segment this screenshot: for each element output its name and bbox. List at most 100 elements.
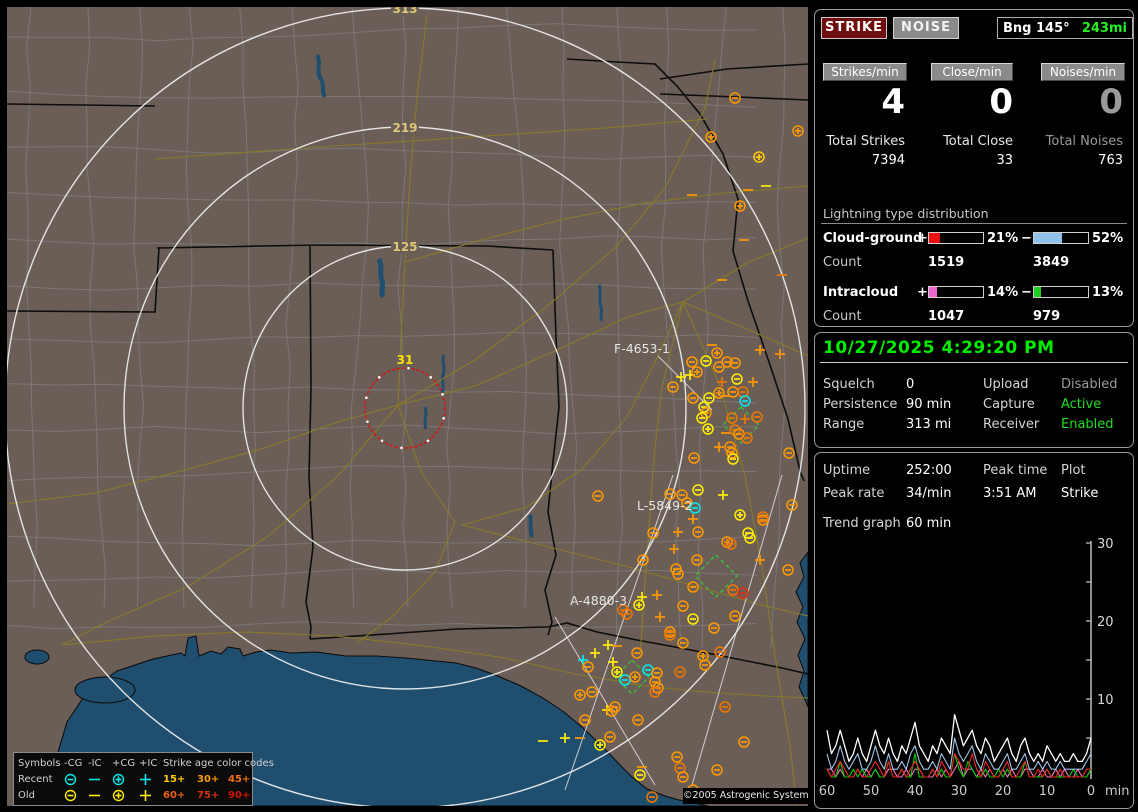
total-noises-value: 763 <box>1098 153 1123 168</box>
trend-series--cg <box>826 753 1091 778</box>
legend-symbol-pos-ic-recent <box>139 773 163 786</box>
lightning-map[interactable]: 313 219 125 31 F-4653-1 L-5849-2 A-4880-3 Symb… <box>7 7 808 806</box>
legend-header-symbols: Symbols <box>18 757 61 769</box>
count-label: Count <box>823 255 862 270</box>
legend-row-label: Recent <box>18 773 53 785</box>
peak-time-value: 3:51 AM <box>983 486 1037 501</box>
noises-per-min-value: 0 <box>1099 82 1123 122</box>
range-ring-label: 313 <box>392 7 417 16</box>
map-canvas: 313 219 125 31 F-4653-1 L-5849-2 A-4880-3 <box>7 7 808 806</box>
map-legend: Symbols -CG -IC +CG +IC Strike age color… <box>13 752 274 806</box>
x-axis-unit-label: min <box>1105 784 1130 799</box>
legend-header-pcg: +CG <box>112 757 136 769</box>
strikes-per-min-header[interactable]: Strikes/min <box>823 63 907 81</box>
x-axis-tick-label: 50 <box>863 784 880 799</box>
upload-state: Disabled <box>1061 377 1118 392</box>
trend-panel: Uptime 252:00 Peak time Plot Peak rate 3… <box>814 452 1134 809</box>
capture-label: Capture <box>983 397 1035 412</box>
squelch-value: 0 <box>906 377 915 392</box>
y-axis-tick-label: 30 <box>1097 537 1114 552</box>
peak-rate-value: 34/min <box>906 486 952 501</box>
legend-age-60: 60+ <box>163 789 186 801</box>
range-label: Range <box>823 417 865 432</box>
legend-symbol-neg-ic-old <box>88 789 112 802</box>
cloud-ground-label: Cloud-ground <box>823 231 923 246</box>
total-close-value: 33 <box>996 153 1013 168</box>
cloud-ground-count-row: Count 1519 3849 <box>815 255 1133 270</box>
persistence-label: Persistence <box>823 397 898 412</box>
divider <box>820 362 1128 363</box>
trend-graph-value[interactable]: 60 min <box>906 516 951 531</box>
pos-cg-bar <box>928 232 984 244</box>
neg-ic-percent: 13% <box>1092 285 1124 300</box>
peak-time-label: Peak time <box>983 463 1048 478</box>
legend-age-75: 75+ <box>197 789 220 801</box>
legend-header-pic: +IC <box>139 757 158 769</box>
bearing-label: Bng 145° <box>1003 20 1070 36</box>
strikes-per-min-value: 4 <box>881 82 905 122</box>
neg-cg-count: 3849 <box>1033 255 1070 270</box>
receiver-state: Enabled <box>1061 417 1114 432</box>
strike-toggle-button[interactable]: STRIKE <box>821 17 887 39</box>
settings-panel: 10/27/2025 4:29:20 PM Squelch 0 Upload D… <box>814 332 1134 448</box>
legend-age-30: 30+ <box>197 773 220 785</box>
x-axis-tick-label: 40 <box>907 784 924 799</box>
legend-symbol-neg-cg-old <box>64 789 88 802</box>
storm-cell-label[interactable]: A-4880-3 <box>570 593 627 608</box>
receiver-label: Receiver <box>983 417 1040 432</box>
legend-symbol-pos-cg-old <box>112 789 139 802</box>
legend-row-label: Old <box>18 789 35 801</box>
storm-cell-label[interactable]: L-5849-2 <box>637 498 693 513</box>
y-axis-tick-label: 20 <box>1097 615 1114 630</box>
neg-cg-bar <box>1033 232 1089 244</box>
range-value: 313 mi <box>906 417 952 432</box>
y-axis-tick-label: 10 <box>1097 693 1114 708</box>
pos-cg-count: 1519 <box>928 255 965 270</box>
legend-header-ncg: -CG <box>64 757 83 769</box>
x-axis-tick-label: 0 <box>1087 784 1095 799</box>
close-per-min-header[interactable]: Close/min <box>931 63 1013 81</box>
intracloud-count-row: Count 1047 979 <box>815 309 1133 324</box>
datetime-display: 10/27/2025 4:29:20 PM <box>823 338 1055 358</box>
legend-symbol-neg-ic-recent <box>88 773 112 786</box>
range-ring-label: 31 <box>397 353 414 367</box>
total-noises-label: Total Noises <box>1045 134 1123 149</box>
plot-value: Strike <box>1061 486 1099 501</box>
x-axis-tick-label: 60 <box>819 784 836 799</box>
copyright-label: ©2005 Astrogenic Systems <box>683 788 808 804</box>
uptime-label: Uptime <box>823 463 871 478</box>
capture-state: Active <box>1061 397 1102 412</box>
legend-symbol-neg-cg-recent <box>64 773 88 786</box>
squelch-label: Squelch <box>823 377 875 392</box>
neg-ic-bar <box>1033 286 1089 298</box>
plus-sign: + <box>917 231 928 246</box>
minus-sign: − <box>1021 285 1032 300</box>
total-strikes-value: 7394 <box>871 153 905 168</box>
pos-ic-bar <box>928 286 984 298</box>
range-ring-label: 219 <box>392 121 417 135</box>
intracloud-label: Intracloud <box>823 285 899 300</box>
close-per-min-value: 0 <box>989 82 1013 122</box>
pos-ic-percent: 14% <box>987 285 1019 300</box>
stats-panel: STRIKE NOISE Bng 145° 243mi Strikes/min … <box>814 9 1134 327</box>
trend-graph-label: Trend graph <box>823 516 901 531</box>
distribution-title: Lightning type distribution <box>823 206 989 221</box>
x-axis-tick-label: 20 <box>995 784 1012 799</box>
count-label: Count <box>823 309 862 324</box>
legend-age-90: 90+ <box>228 789 251 801</box>
pos-ic-count: 1047 <box>928 309 965 324</box>
uptime-value: 252:00 <box>906 463 952 478</box>
bearing-display: Bng 145° 243mi <box>997 17 1133 39</box>
upload-label: Upload <box>983 377 1029 392</box>
pos-cg-percent: 21% <box>987 231 1019 246</box>
storm-cell-label[interactable]: F-4653-1 <box>614 341 670 356</box>
legend-symbol-pos-ic-old <box>139 789 163 802</box>
neg-ic-count: 979 <box>1033 309 1061 324</box>
total-close-label: Total Close <box>943 134 1013 149</box>
cloud-ground-row: Cloud-ground + 21% − 52% <box>815 231 1133 246</box>
noise-toggle-button[interactable]: NOISE <box>893 17 959 39</box>
noises-per-min-header[interactable]: Noises/min <box>1041 63 1125 81</box>
x-axis-tick-label: 30 <box>951 784 968 799</box>
peak-rate-label: Peak rate <box>823 486 885 501</box>
divider <box>821 223 1127 224</box>
